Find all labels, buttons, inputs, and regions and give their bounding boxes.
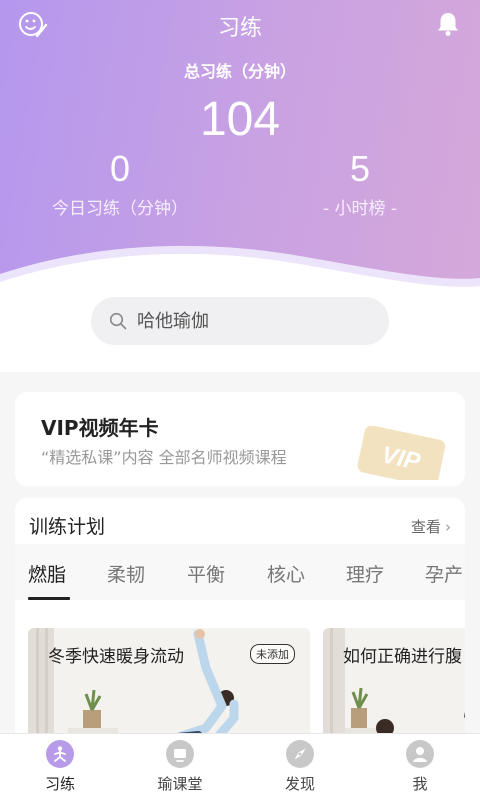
hour-rank-label: - 小时榜 - <box>322 199 398 219</box>
hour-rank-value: 5 <box>349 148 371 189</box>
compass-icon <box>286 740 314 768</box>
chevron-right-icon: › <box>445 518 451 536</box>
hour-rank-stat[interactable]: 5 - 小时榜 - <box>260 148 460 219</box>
classroom-icon <box>166 740 194 768</box>
plan-tabs: 燃脂 柔韧 平衡 核心 理疗 孕产 <box>15 544 465 600</box>
not-added-badge[interactable]: 未添加 <box>250 644 295 664</box>
tab-label: 发现 <box>284 775 315 793</box>
lesson-card[interactable]: 冬季快速暖身流动 未添加 <box>28 628 310 738</box>
search-box[interactable] <box>91 297 389 345</box>
tab-label: 瑜课堂 <box>157 775 203 793</box>
vip-subtitle: “精选私课”内容 全部名师视频课程 <box>41 448 287 467</box>
vip-card[interactable]: VIP视频年卡 “精选私课”内容 全部名师视频课程 VIP <box>15 392 465 486</box>
tab-label: 我 <box>412 775 428 793</box>
tab-fat-burning[interactable]: 燃脂 <box>28 560 66 587</box>
training-plan-card: 训练计划 查看› 燃脂 柔韧 平衡 核心 理疗 孕产 冬季快速暖身流动 未添加 <box>15 498 465 738</box>
vip-card-icon: VIP <box>357 426 446 480</box>
lesson-card[interactable]: 如何正确进行腹 <box>323 628 465 738</box>
today-practice-label: 今日习练（分钟） <box>52 199 188 219</box>
tab-core[interactable]: 核心 <box>267 560 305 587</box>
yoga-icon <box>46 740 74 768</box>
vip-title: VIP视频年卡 <box>41 416 159 440</box>
tab-flexibility[interactable]: 柔韧 <box>107 560 145 587</box>
today-practice-value: 0 <box>109 148 131 189</box>
tab-therapy[interactable]: 理疗 <box>346 560 384 587</box>
view-more-label: 查看 <box>410 518 441 536</box>
tab-discover[interactable]: 发现 <box>240 740 360 794</box>
tab-prenatal[interactable]: 孕产 <box>425 560 463 587</box>
total-practice-label: 总习练（分钟） <box>183 62 296 81</box>
tab-classroom[interactable]: 瑜课堂 <box>120 740 240 794</box>
total-practice-value: 104 <box>199 93 281 146</box>
search-area <box>0 290 480 372</box>
view-more-link[interactable]: 查看 › <box>411 516 451 537</box>
tab-profile[interactable]: 我 <box>360 740 480 794</box>
bottom-tab-bar: 习练 瑜课堂 发现 我 <box>0 733 480 800</box>
tab-label: 习练 <box>44 775 75 793</box>
tab-practice[interactable]: 习练 <box>0 740 120 794</box>
bell-icon[interactable] <box>434 10 462 38</box>
tab-balance[interactable]: 平衡 <box>187 560 225 587</box>
search-input[interactable] <box>137 297 377 345</box>
search-icon <box>109 312 127 330</box>
practice-header: 习练 总习练（分钟） 104 0 今日习练（分钟） 5 - 小时榜 - <box>0 0 480 300</box>
lesson-title: 冬季快速暖身流动 <box>48 647 184 667</box>
training-plan-title: 训练计划 <box>29 516 106 538</box>
page-title: 习练 <box>217 16 262 41</box>
lesson-title: 如何正确进行腹 <box>343 647 462 667</box>
today-practice-stat[interactable]: 0 今日习练（分钟） <box>20 148 220 219</box>
profile-icon <box>406 740 434 768</box>
active-tab-indicator <box>28 597 70 600</box>
